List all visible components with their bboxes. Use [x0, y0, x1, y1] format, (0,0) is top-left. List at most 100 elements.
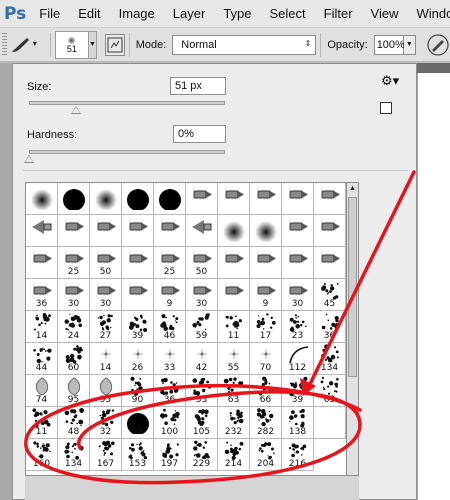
brush-preset-tip[interactable]	[314, 215, 346, 247]
brush-preset-70[interactable]: 70	[250, 343, 282, 375]
brush-preset-36[interactable]: 36	[314, 311, 346, 343]
brush-preset-138[interactable]: 138	[282, 407, 314, 439]
opacity-input[interactable]: 100%	[373, 34, 405, 55]
brush-preset-tip[interactable]	[314, 183, 346, 215]
brush-preset-33[interactable]: 33	[186, 375, 218, 407]
brush-preset-tip[interactable]	[250, 215, 282, 247]
brush-preset-48[interactable]: 48	[58, 407, 90, 439]
brush-preset-tip[interactable]	[58, 183, 90, 215]
scrollbar-thumb[interactable]	[348, 197, 357, 377]
brush-preset-214[interactable]: 214	[218, 439, 250, 471]
brush-preset-39[interactable]: 39	[122, 311, 154, 343]
brush-preset-63[interactable]: 63	[314, 375, 346, 407]
brush-preset-25[interactable]: 25	[58, 247, 90, 279]
brush-preset-197[interactable]: 197	[154, 439, 186, 471]
size-slider-track[interactable]	[29, 101, 225, 105]
menu-item-edit[interactable]: Edit	[69, 0, 109, 28]
brush-tool-icon[interactable]	[7, 32, 33, 58]
brush-preset-tip[interactable]	[154, 215, 186, 247]
menu-item-view[interactable]: View	[362, 0, 408, 28]
hardness-slider-thumb[interactable]	[24, 155, 34, 163]
brush-preset-24[interactable]: 24	[58, 311, 90, 343]
brush-preset-105[interactable]: 105	[186, 407, 218, 439]
brush-preset-74[interactable]: 74	[26, 375, 58, 407]
brush-preset-30[interactable]: 30	[90, 279, 122, 311]
scroll-up-arrow-icon[interactable]: ▲	[349, 185, 356, 192]
brush-preset-tip[interactable]	[122, 215, 154, 247]
brush-preset-9[interactable]: 9	[154, 279, 186, 311]
brush-preset-23[interactable]: 23	[282, 311, 314, 343]
brush-preset-167[interactable]: 167	[90, 439, 122, 471]
brush-preset-9[interactable]: 9	[250, 279, 282, 311]
brush-preset-tip[interactable]	[282, 183, 314, 215]
brush-preset-tip[interactable]	[314, 247, 346, 279]
brush-preset-tip[interactable]	[122, 247, 154, 279]
brush-preset-60[interactable]: 60	[58, 343, 90, 375]
brush-preset-tip[interactable]	[26, 183, 58, 215]
brush-preset-11[interactable]: 11	[26, 407, 58, 439]
size-slider-thumb[interactable]	[71, 106, 82, 114]
presets-scrollbar[interactable]: ▲	[347, 182, 359, 476]
brush-preset-204[interactable]: 204	[250, 439, 282, 471]
brush-preset-27[interactable]: 27	[90, 311, 122, 343]
menu-item-layer[interactable]: Layer	[164, 0, 215, 28]
brush-preset-153[interactable]: 153	[122, 439, 154, 471]
brush-preset-90[interactable]: 90	[122, 375, 154, 407]
brush-preset-11[interactable]: 11	[218, 311, 250, 343]
brush-preset-32[interactable]: 32	[90, 407, 122, 439]
brush-preset-59[interactable]: 59	[186, 311, 218, 343]
brush-preset-tip[interactable]	[58, 215, 90, 247]
brush-preset-232[interactable]: 232	[218, 407, 250, 439]
brush-preset-14[interactable]: 14	[26, 311, 58, 343]
brush-preset-tip[interactable]	[250, 183, 282, 215]
brush-preset-tip[interactable]	[250, 247, 282, 279]
brush-preset-229[interactable]: 229	[186, 439, 218, 471]
brush-preset-30[interactable]: 30	[58, 279, 90, 311]
brush-preset-30[interactable]: 30	[186, 279, 218, 311]
brush-preset-100[interactable]: 100	[154, 407, 186, 439]
brush-preset-36[interactable]: 36	[154, 375, 186, 407]
brush-preset-tip[interactable]	[26, 247, 58, 279]
brush-preset-tip[interactable]	[122, 279, 154, 311]
brush-preset-46[interactable]: 46	[154, 311, 186, 343]
hardness-slider-track[interactable]	[29, 150, 225, 154]
brush-preset-tip[interactable]	[154, 183, 186, 215]
brush-preset-picker[interactable]: 51	[55, 30, 89, 59]
brush-preset-tip[interactable]	[282, 247, 314, 279]
brush-preset-30[interactable]: 30	[282, 279, 314, 311]
brush-preset-25[interactable]: 25	[154, 247, 186, 279]
brush-preset-63[interactable]: 63	[218, 375, 250, 407]
brush-preset-44[interactable]: 44	[26, 343, 58, 375]
gear-icon[interactable]: ⚙▾	[381, 73, 399, 89]
brush-preset-tip[interactable]	[186, 215, 218, 247]
brush-preset-tip[interactable]	[90, 183, 122, 215]
menu-item-type[interactable]: Type	[214, 0, 260, 28]
brush-preset-95[interactable]: 95	[58, 375, 90, 407]
brush-preset-33[interactable]: 33	[154, 343, 186, 375]
brush-preset-50[interactable]: 50	[90, 247, 122, 279]
brush-preset-17[interactable]: 17	[250, 311, 282, 343]
brush-preset-282[interactable]: 282	[250, 407, 282, 439]
brush-preset-216[interactable]: 216	[282, 439, 314, 471]
menu-item-window[interactable]: Window	[407, 0, 450, 28]
tool-preset-chevron-icon[interactable]: ▼	[31, 41, 38, 48]
brush-panel-toggle-button[interactable]	[105, 33, 125, 56]
menu-item-file[interactable]: File	[30, 0, 69, 28]
brush-preset-39[interactable]: 39	[282, 375, 314, 407]
brush-preset-55[interactable]: 55	[122, 407, 154, 439]
brush-preset-50[interactable]: 50	[186, 247, 218, 279]
brush-preset-tip[interactable]	[282, 215, 314, 247]
brush-preset-66[interactable]: 66	[250, 375, 282, 407]
brush-preset-tip[interactable]	[218, 215, 250, 247]
brush-preset-95[interactable]: 95	[90, 375, 122, 407]
opacity-chevron-icon[interactable]: ▼	[403, 34, 417, 55]
brush-preset-chevron-icon[interactable]: ▼	[88, 30, 98, 59]
hardness-input[interactable]: 0%	[173, 125, 226, 143]
brush-preset-112[interactable]: 112	[282, 343, 314, 375]
pressure-opacity-icon[interactable]	[426, 33, 450, 57]
brush-preset-tip[interactable]	[186, 183, 218, 215]
new-preset-icon[interactable]	[380, 102, 392, 114]
brush-preset-160[interactable]: 160	[26, 439, 58, 471]
document-canvas[interactable]	[417, 63, 450, 500]
brush-preset-tip[interactable]	[218, 247, 250, 279]
